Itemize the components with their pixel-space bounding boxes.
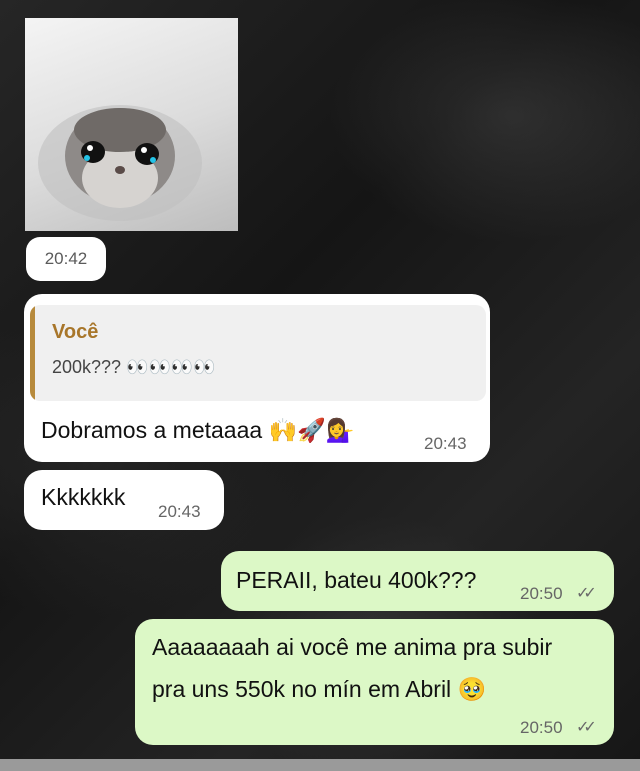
message-text-line-1: Aaaaaaaah ai você me anima pra subir (152, 634, 553, 660)
message-text: Kkkkkkk (41, 484, 126, 510)
message-text-line-2: pra uns 550k no mín em Abril 🥹 (152, 676, 487, 702)
quoted-text: 200k??? 👀👀👀👀 (52, 357, 216, 377)
read-checkmarks-icon: ✓✓ (576, 719, 597, 736)
quote-accent-bar (30, 305, 35, 401)
quoted-author: Você (52, 321, 99, 343)
image-message[interactable] (25, 18, 238, 231)
message-time: 20:43 (158, 502, 201, 521)
quoted-message[interactable]: Você 200k??? 👀👀👀👀 (30, 305, 486, 401)
message-time: 20:50 (520, 718, 563, 737)
message-time: 20:42 (26, 237, 106, 281)
message-time: 20:50 (520, 584, 563, 603)
bottom-bar (0, 759, 640, 771)
hamster-icon (38, 105, 202, 221)
read-checkmarks-icon: ✓✓ (576, 585, 597, 602)
message-text: PERAII, bateu 400k??? (236, 567, 477, 593)
message-text: Dobramos a metaaaa 🙌🚀💁‍♀️ (41, 417, 355, 443)
message-time: 20:43 (424, 434, 467, 453)
